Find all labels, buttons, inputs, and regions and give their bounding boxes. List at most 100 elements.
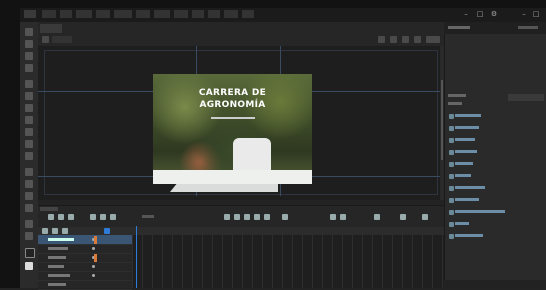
minimize-window-icon[interactable]: – — [520, 11, 528, 18]
document-tab[interactable] — [40, 24, 62, 33]
center-stage-icon[interactable] — [402, 36, 409, 43]
stage-scrollbar-thumb[interactable] — [441, 80, 443, 160]
prev-frame-icon[interactable] — [234, 214, 240, 220]
panel-tab[interactable] — [448, 26, 470, 29]
maximize-icon[interactable]: □ — [476, 11, 484, 18]
add-layer-icon[interactable] — [48, 214, 54, 220]
rectangle-tool-icon[interactable] — [25, 116, 33, 124]
onion-skin-icon[interactable] — [90, 214, 96, 220]
insert-keyframe-icon[interactable] — [282, 214, 288, 220]
fill-color-swatch[interactable] — [25, 262, 33, 270]
edit-multiple-frames-icon[interactable] — [100, 214, 106, 220]
keyframe-marker[interactable] — [94, 236, 97, 244]
asset-item[interactable] — [455, 138, 475, 141]
bone-tool-icon[interactable] — [25, 168, 33, 176]
panel-tab[interactable] — [518, 26, 538, 29]
timeline-frames-grid[interactable] — [94, 235, 444, 288]
line-tool-icon[interactable] — [25, 104, 33, 112]
new-folder-icon[interactable] — [52, 228, 58, 234]
clip-content-icon[interactable] — [414, 36, 421, 43]
fps-readout[interactable] — [142, 215, 154, 218]
delete-layer-icon[interactable] — [62, 228, 68, 234]
menu-item[interactable] — [154, 10, 170, 18]
pencil-tool-icon[interactable] — [25, 140, 33, 148]
layer-visibility-dot[interactable] — [92, 265, 95, 268]
menu-item[interactable] — [42, 10, 56, 18]
menu-item[interactable] — [114, 10, 132, 18]
subselection-tool-icon[interactable] — [25, 40, 33, 48]
asset-item[interactable] — [455, 150, 477, 153]
timeline-zoom-in-icon[interactable] — [400, 214, 406, 220]
menu-item[interactable] — [96, 10, 110, 18]
asset-icon — [449, 198, 454, 203]
back-arrow-icon[interactable] — [42, 36, 49, 43]
asset-item[interactable] — [455, 162, 473, 165]
playhead[interactable] — [136, 226, 137, 288]
layer-visibility-icon[interactable] — [104, 228, 110, 234]
menu-item[interactable] — [76, 10, 92, 18]
oval-tool-icon[interactable] — [25, 128, 33, 136]
next-frame-icon[interactable] — [254, 214, 260, 220]
hand-tool-icon[interactable] — [25, 220, 33, 228]
layer-name — [48, 283, 66, 286]
asset-item[interactable] — [455, 222, 469, 225]
asset-item[interactable] — [455, 126, 479, 129]
timeline-zoom-out-icon[interactable] — [374, 214, 380, 220]
keyframe-marker[interactable] — [94, 254, 97, 262]
tween-icon[interactable] — [330, 214, 336, 220]
play-icon[interactable] — [244, 214, 250, 220]
stage-banner-image[interactable]: CARRERA DE AGRONOMÍA — [153, 74, 312, 184]
eyedropper-icon[interactable] — [25, 192, 33, 200]
layer-visibility-dot[interactable] — [92, 274, 95, 277]
zoom-select[interactable] — [426, 36, 440, 43]
zoom-tool-icon[interactable] — [25, 232, 33, 240]
menu-item[interactable] — [242, 10, 254, 18]
banner-title-line2: AGRONOMÍA — [199, 100, 266, 110]
eraser-icon[interactable] — [25, 204, 33, 212]
menu-item[interactable] — [224, 10, 238, 18]
layer-row[interactable] — [38, 280, 132, 290]
menu-item[interactable] — [208, 10, 220, 18]
timeline-options-icon[interactable] — [422, 214, 428, 220]
menu-item[interactable] — [174, 10, 188, 18]
asset-item[interactable] — [455, 174, 471, 177]
asset-item[interactable] — [455, 114, 481, 117]
properties-panel — [444, 22, 546, 288]
pen-tool-icon[interactable] — [25, 80, 33, 88]
app-logo[interactable] — [24, 10, 36, 18]
minimize-icon[interactable]: – — [462, 11, 470, 18]
easing-icon[interactable] — [340, 214, 346, 220]
scene-breadcrumb[interactable] — [52, 36, 72, 43]
menubar: – □ ⚙ – □ × — [20, 8, 546, 22]
asset-item[interactable] — [455, 234, 483, 237]
edit-symbols-icon[interactable] — [378, 36, 385, 43]
asset-icon — [449, 210, 454, 215]
edit-scene-icon[interactable] — [390, 36, 397, 43]
layer-visibility-dot[interactable] — [92, 247, 95, 250]
last-frame-icon[interactable] — [264, 214, 270, 220]
transform-tool-icon[interactable] — [25, 52, 33, 60]
timeline-tab-label[interactable] — [40, 207, 58, 211]
text-tool-icon[interactable] — [25, 92, 33, 100]
asset-item[interactable] — [455, 198, 479, 201]
menu-item[interactable] — [192, 10, 204, 18]
asset-icon — [449, 114, 454, 119]
new-layer-icon[interactable] — [42, 228, 48, 234]
menu-item[interactable] — [136, 10, 150, 18]
gear-icon[interactable]: ⚙ — [490, 11, 498, 18]
menu-item[interactable] — [60, 10, 72, 18]
stroke-color-swatch[interactable] — [25, 248, 35, 258]
lock-icon[interactable] — [68, 214, 74, 220]
asset-item[interactable] — [455, 210, 505, 213]
panel-search-field[interactable] — [508, 94, 544, 101]
selection-tool-icon[interactable] — [25, 28, 33, 36]
brush-tool-icon[interactable] — [25, 152, 33, 160]
lasso-tool-icon[interactable] — [25, 64, 33, 72]
banner-shape — [233, 138, 271, 170]
loop-icon[interactable] — [110, 214, 116, 220]
eye-icon[interactable] — [58, 214, 64, 220]
paint-bucket-icon[interactable] — [25, 180, 33, 188]
first-frame-icon[interactable] — [224, 214, 230, 220]
asset-item[interactable] — [455, 186, 485, 189]
restore-window-icon[interactable]: □ — [532, 11, 540, 18]
